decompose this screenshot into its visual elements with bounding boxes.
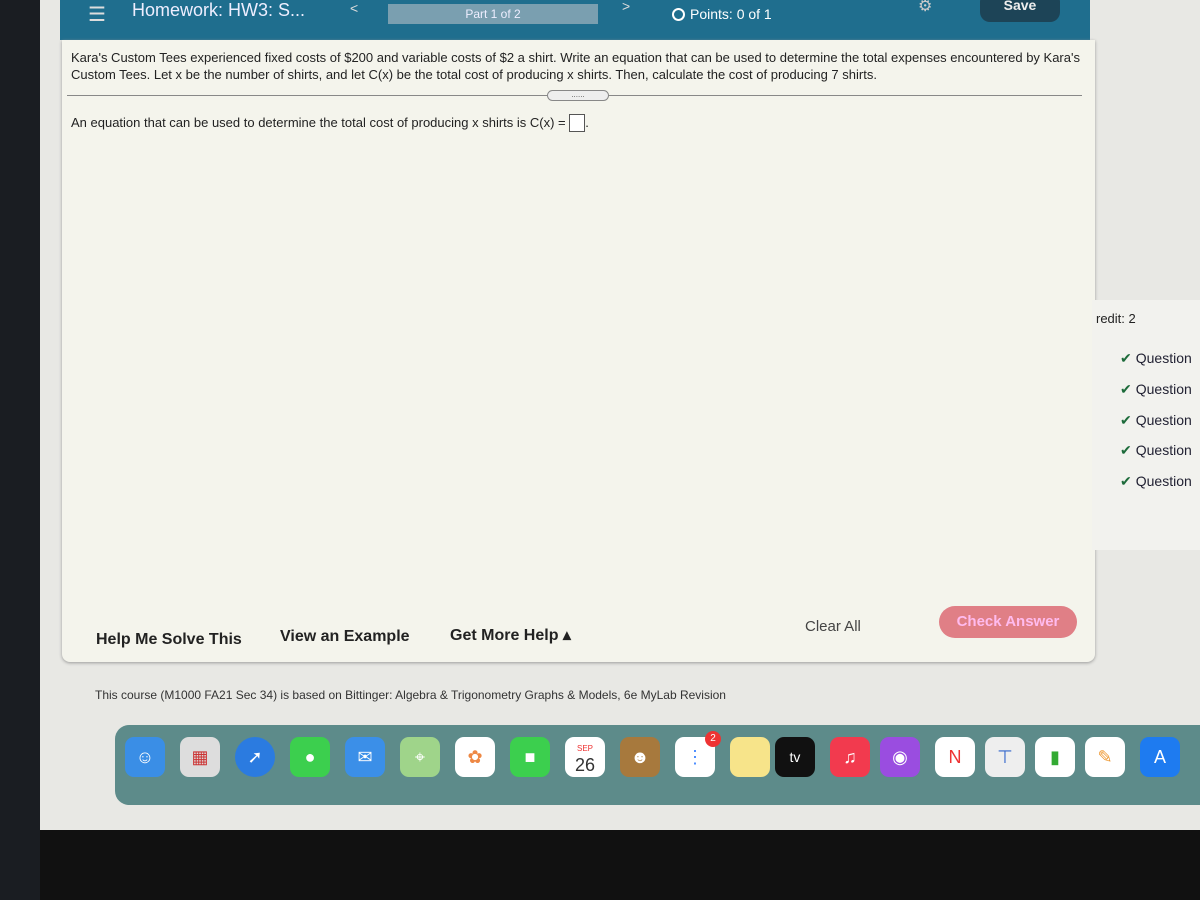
points-status: Points: 0 of 1 bbox=[672, 6, 772, 22]
reminders-icon[interactable]: ⋮ 2 bbox=[675, 731, 721, 777]
sidebar-question[interactable]: ✔ Question bbox=[1120, 350, 1192, 367]
check-icon: ✔ bbox=[1120, 473, 1132, 489]
question-sidebar: redit: 2 ✔ Question ✔ Question ✔ Question ✔… bbox=[1092, 300, 1200, 550]
gear-icon[interactable]: ⚙ bbox=[918, 0, 932, 16]
question-label: Question bbox=[1135, 412, 1192, 428]
question-label: Question bbox=[1135, 381, 1192, 397]
help-me-solve-button[interactable]: Help Me Solve This bbox=[96, 631, 242, 649]
dock: ☺ ▦ ➚ ● ✉ ⌖ ✿ ■ SEP 26 ☻ ⋮ 2 tv ♫ ◉ N ⊤ ▮ … bbox=[115, 725, 1200, 805]
keynote-icon[interactable]: ⊤ bbox=[985, 737, 1025, 777]
facetime-icon[interactable]: ■ bbox=[510, 737, 550, 777]
check-icon: ✔ bbox=[1120, 442, 1132, 458]
menu-icon[interactable]: ☰ bbox=[88, 2, 106, 27]
podcasts-icon[interactable]: ◉ bbox=[880, 737, 920, 777]
view-example-button[interactable]: View an Example bbox=[280, 628, 410, 646]
answer-prompt: An equation that can be used to determin… bbox=[71, 115, 566, 130]
answer-row: An equation that can be used to determin… bbox=[71, 114, 589, 132]
monitor-bezel bbox=[0, 0, 40, 900]
credit-label: redit: 2 bbox=[1096, 311, 1136, 326]
notes-icon[interactable] bbox=[730, 737, 770, 777]
circle-icon bbox=[672, 8, 685, 21]
previous-question-button[interactable]: < bbox=[350, 0, 358, 16]
calendar-icon[interactable]: SEP 26 bbox=[565, 737, 605, 777]
sidebar-question[interactable]: ✔ Question bbox=[1120, 442, 1192, 459]
answer-input[interactable] bbox=[569, 114, 586, 132]
get-more-help-button[interactable]: Get More Help ▴ bbox=[450, 625, 571, 645]
points-text: Points: 0 of 1 bbox=[690, 6, 772, 22]
sidebar-question[interactable]: ✔ Question bbox=[1120, 473, 1192, 490]
notification-badge: 2 bbox=[705, 731, 721, 747]
question-label: Question bbox=[1135, 350, 1192, 366]
calendar-day: 26 bbox=[574, 755, 596, 775]
music-icon[interactable]: ♫ bbox=[830, 737, 870, 777]
homework-title: Homework: HW3: S... bbox=[132, 0, 306, 20]
question-panel: Kara's Custom Tees experienced fixed cos… bbox=[62, 40, 1095, 662]
photos-icon[interactable]: ✿ bbox=[455, 737, 495, 777]
finder-icon[interactable]: ☺ bbox=[125, 737, 165, 777]
sidebar-question[interactable]: ✔ Question bbox=[1120, 381, 1192, 398]
question-label: Question bbox=[1135, 442, 1192, 458]
apple-tv-icon[interactable]: tv bbox=[775, 737, 815, 777]
question-label: Question bbox=[1135, 473, 1192, 489]
check-icon: ✔ bbox=[1120, 412, 1132, 428]
check-icon: ✔ bbox=[1120, 350, 1132, 366]
pages-icon[interactable]: ✎ bbox=[1085, 737, 1125, 777]
check-icon: ✔ bbox=[1120, 381, 1132, 397]
messages-icon[interactable]: ● bbox=[290, 737, 330, 777]
homework-header: ☰ Homework: HW3: S... < Part 1 of 2 > Po… bbox=[60, 0, 1090, 40]
next-question-button[interactable]: > bbox=[622, 0, 630, 14]
check-answer-button[interactable]: Check Answer bbox=[939, 606, 1077, 638]
part-indicator: Part 1 of 2 bbox=[388, 4, 598, 24]
numbers-icon[interactable]: ▮ bbox=[1035, 737, 1075, 777]
mail-icon[interactable]: ✉ bbox=[345, 737, 385, 777]
safari-icon[interactable]: ➚ bbox=[235, 737, 275, 777]
launchpad-icon[interactable]: ▦ bbox=[180, 737, 220, 777]
sidebar-question[interactable]: ✔ Question bbox=[1120, 412, 1192, 429]
news-icon[interactable]: N bbox=[935, 737, 975, 777]
maps-icon[interactable]: ⌖ bbox=[400, 737, 440, 777]
save-button[interactable]: Save bbox=[980, 0, 1060, 22]
tv-label: tv bbox=[789, 749, 801, 765]
course-footer: This course (M1000 FA21 Sec 34) is based… bbox=[95, 688, 726, 702]
contacts-icon[interactable]: ☻ bbox=[620, 737, 660, 777]
question-text: Kara's Custom Tees experienced fixed cos… bbox=[71, 50, 1080, 82]
app-store-icon[interactable]: A bbox=[1140, 737, 1180, 777]
clear-all-button[interactable]: Clear All bbox=[805, 618, 861, 635]
expand-button[interactable]: ...... bbox=[547, 90, 609, 101]
